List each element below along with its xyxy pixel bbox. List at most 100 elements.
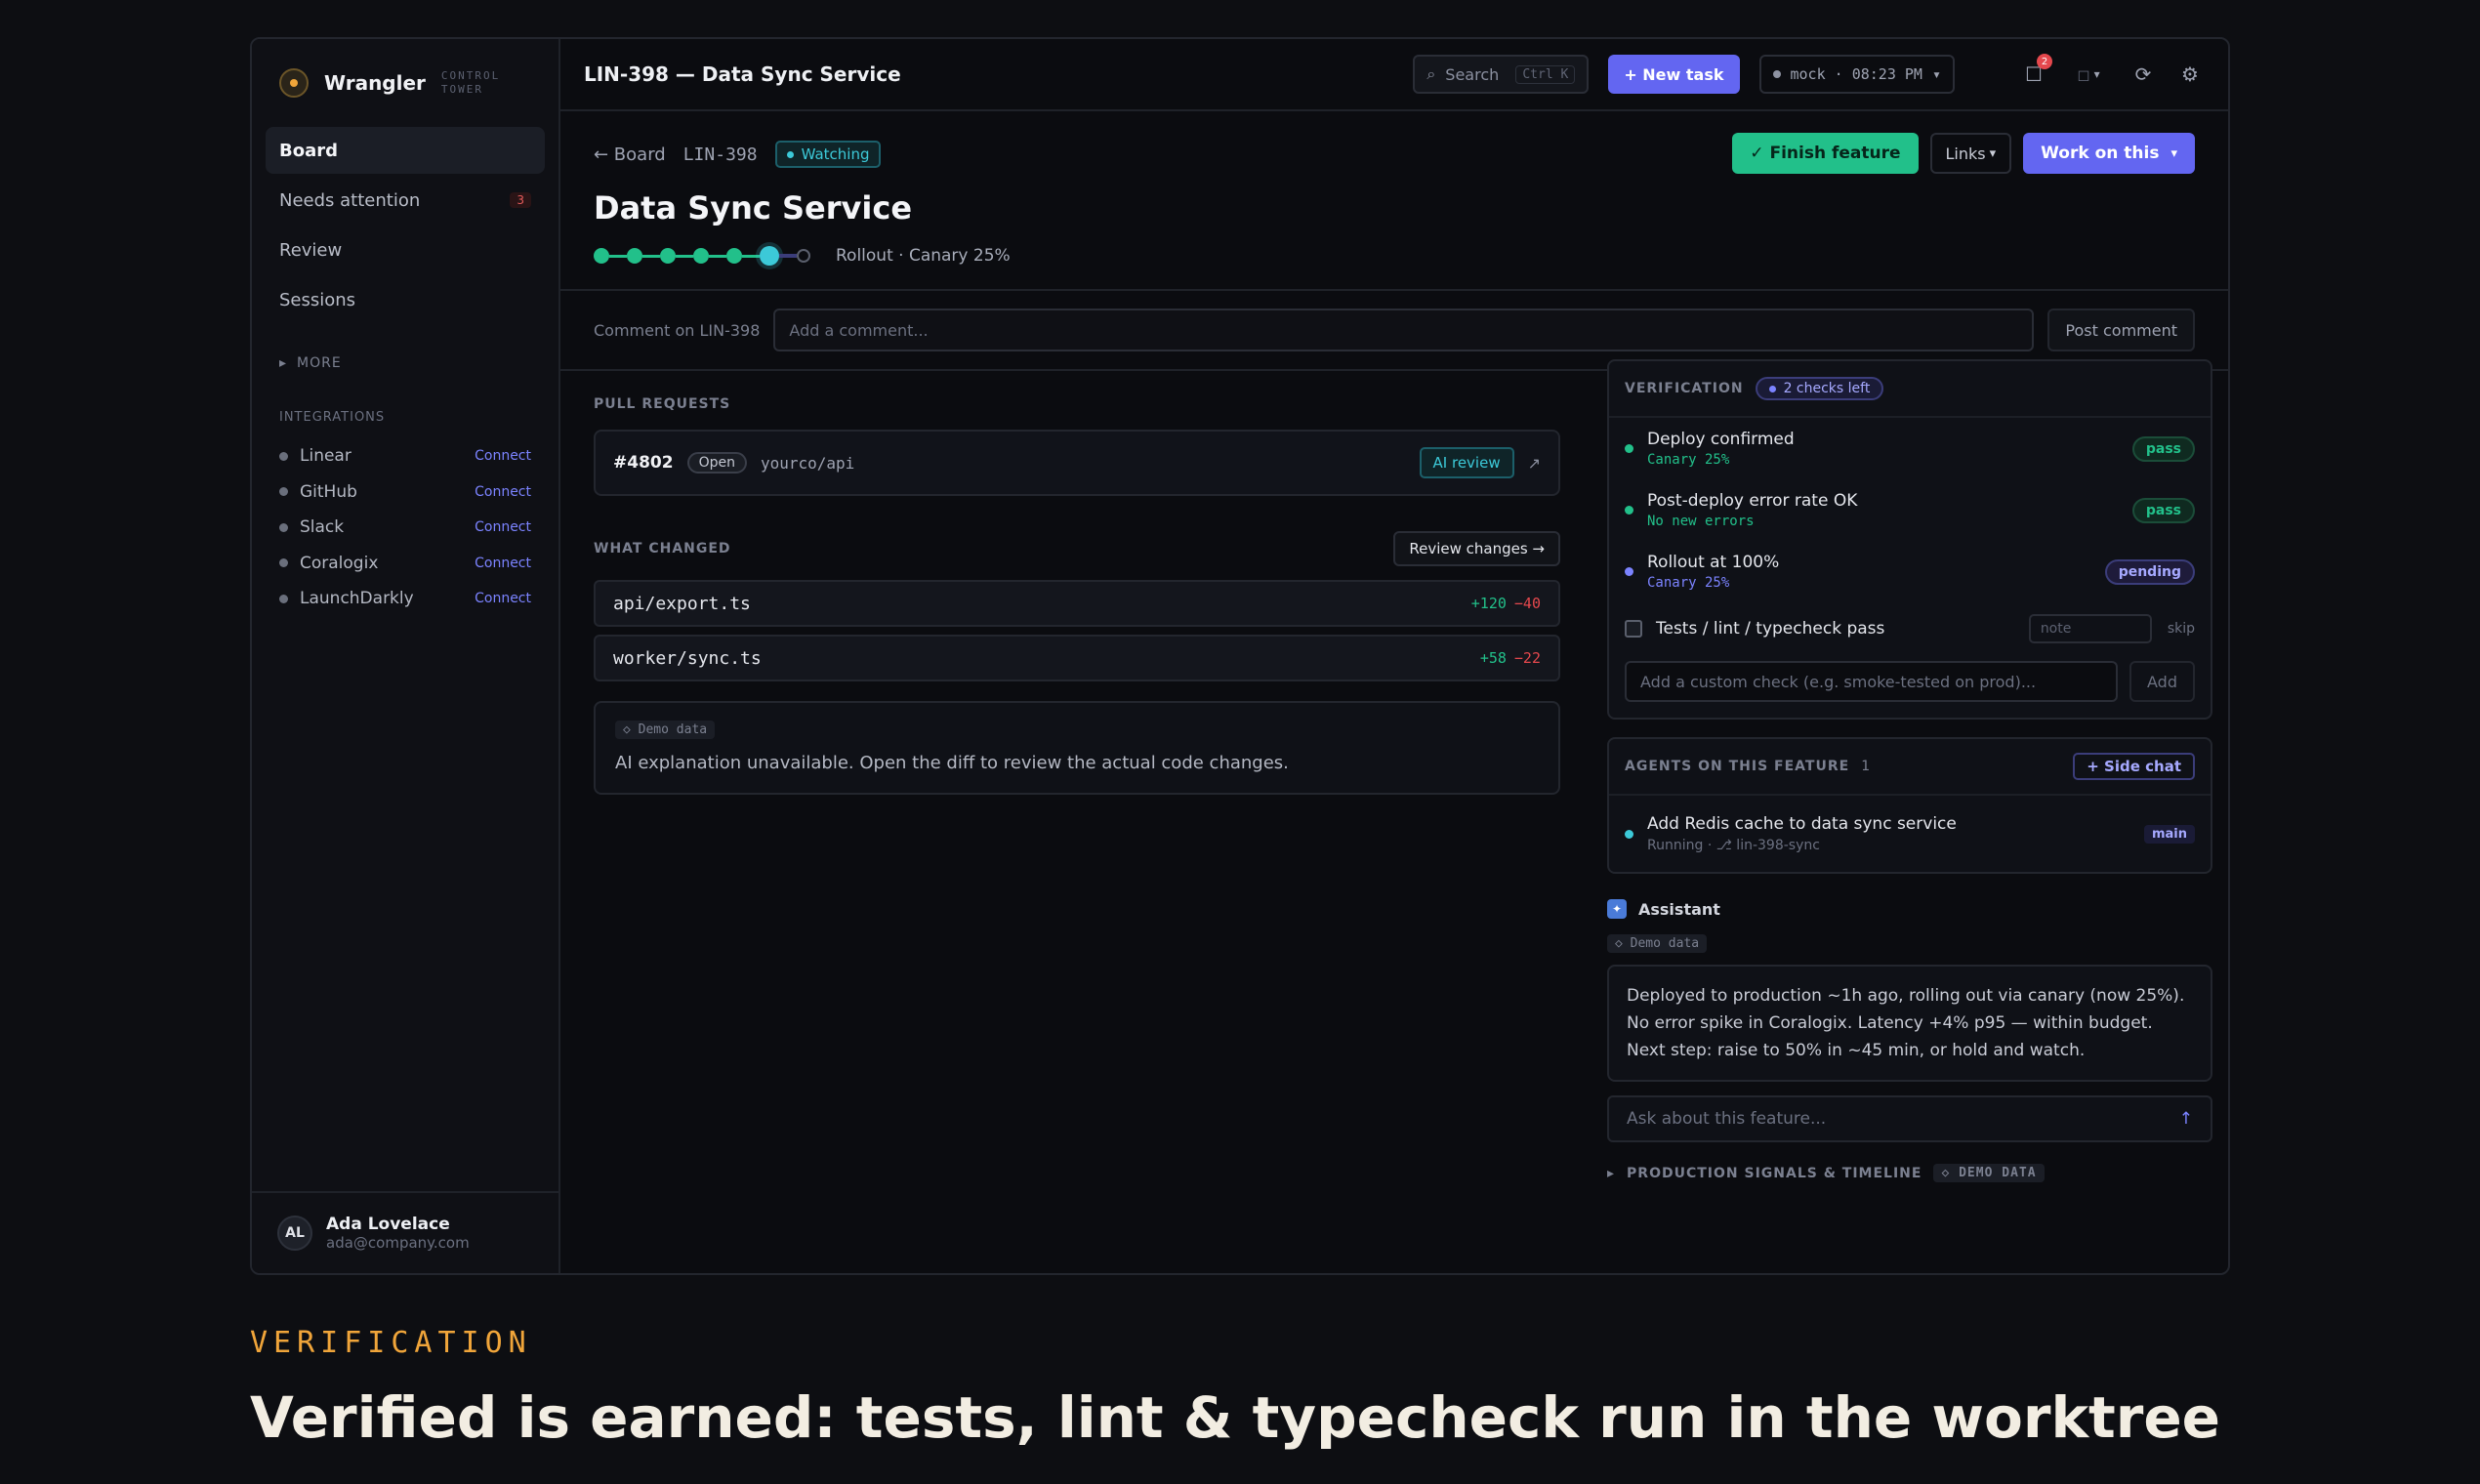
user-email: ada@company.com <box>326 1234 470 1252</box>
assistant-demo-tag-row: ◇ Demo data <box>1607 932 2212 953</box>
status-dot-icon <box>279 594 288 603</box>
layout-menu-button[interactable]: ◻ ▾ <box>2074 60 2103 89</box>
user-profile[interactable]: AL Ada Lovelace ada@company.com <box>252 1191 558 1273</box>
checks-left-badge: 2 checks left <box>1755 377 1884 400</box>
new-task-button[interactable]: + New task <box>1608 55 1740 94</box>
check-status-badge: pass <box>2131 497 2195 523</box>
what-changed-header: WHAT CHANGED Review changes → <box>594 531 1560 566</box>
status-badge: Watching <box>774 141 882 168</box>
demo-data-tag: ◇ Demo data <box>615 721 716 739</box>
feature-header: ← Board LIN-398 Watching Data Sync Servi… <box>560 111 2228 291</box>
connect-link[interactable]: Connect <box>475 591 531 606</box>
status-dot-icon <box>1625 506 1633 515</box>
agent-row[interactable]: Add Redis cache to data sync service Run… <box>1609 796 2211 872</box>
brand: Wrangler CONTROL TOWER <box>252 39 558 127</box>
custom-check-input[interactable]: Add a custom check (e.g. smoke-tested on… <box>1625 661 2119 702</box>
sidebar-item-review[interactable]: Review <box>266 227 545 273</box>
verification-check: Deploy confirmed Canary 25% pass <box>1609 418 2211 479</box>
status-dot-icon <box>1625 444 1633 453</box>
refresh-button[interactable]: ⟳ <box>2129 60 2158 89</box>
changed-file-row[interactable]: api/export.ts +120 −40 <box>594 580 1560 627</box>
header-actions: ✓ Finish feature Links ▾ Work on this ▾ <box>1732 133 2195 174</box>
verification-panel: VERIFICATION 2 checks left Deploy confir… <box>1607 359 2212 720</box>
links-dropdown[interactable]: Links ▾ <box>1929 133 2012 174</box>
app-window: Wrangler CONTROL TOWER Board Needs atten… <box>250 37 2230 1275</box>
integration-name: Coralogix <box>300 553 379 573</box>
review-changes-button[interactable]: Review changes → <box>1393 531 1560 566</box>
integration-github: GitHub Connect <box>252 474 558 511</box>
changed-file-row[interactable]: worker/sync.ts +58 −22 <box>594 635 1560 681</box>
pull-requests-heading: PULL REQUESTS <box>594 396 731 412</box>
stage-step-pending <box>797 249 810 263</box>
integration-name: Slack <box>300 517 345 538</box>
notifications-button[interactable]: ☐ 2 <box>2019 54 2052 89</box>
env-dot-icon <box>1772 70 1781 78</box>
ask-placeholder: Ask about this feature... <box>1627 1109 1827 1129</box>
stage-connector <box>609 254 627 258</box>
sidebar-item-needs-attention[interactable]: Needs attention 3 <box>266 177 545 224</box>
chevron-down-icon: ▾ <box>1989 145 1997 161</box>
pr-number: #4802 <box>613 453 674 473</box>
production-signals-toggle[interactable]: ▸ PRODUCTION SIGNALS & TIMELINE ◇ DEMO D… <box>1607 1164 2212 1182</box>
lines-added: +58 <box>1479 649 1507 667</box>
stage-step-done <box>594 248 609 264</box>
connect-link[interactable]: Connect <box>475 556 531 571</box>
ticket-id: LIN-398 <box>682 144 758 165</box>
post-comment-button[interactable]: Post comment <box>2047 309 2195 351</box>
integration-name: GitHub <box>300 481 357 502</box>
stage-connector <box>779 254 797 258</box>
sidebar: Wrangler CONTROL TOWER Board Needs atten… <box>252 39 560 1273</box>
page-title: Data Sync Service <box>594 189 913 227</box>
note-input[interactable]: note <box>2028 614 2152 643</box>
lines-removed: −40 <box>1513 595 1541 612</box>
status-dot-icon <box>1625 829 1633 839</box>
caption-headline: Verified is earned: tests, lint & typech… <box>250 1384 2221 1451</box>
stage-connector <box>742 254 760 258</box>
status-dot-icon <box>279 558 288 568</box>
manual-check-checkbox[interactable] <box>1625 620 1642 638</box>
side-chat-button[interactable]: + Side chat <box>2073 753 2195 780</box>
environment-selector[interactable]: mock · 08:23 PM ▾ <box>1758 55 1955 94</box>
back-to-board-link[interactable]: ← Board <box>594 144 666 165</box>
chevron-down-icon: ▾ <box>1931 65 1941 83</box>
settings-button[interactable]: ⚙ <box>2175 60 2205 89</box>
agent-status: Running · ⎇ lin-398-sync <box>1647 838 1820 853</box>
left-column: PULL REQUESTS #4802 Open yourco/api AI r… <box>594 396 1560 795</box>
signals-label: PRODUCTION SIGNALS & TIMELINE <box>1627 1165 1922 1181</box>
send-icon[interactable]: ↑ <box>2179 1109 2193 1129</box>
right-column: VERIFICATION 2 checks left Deploy confir… <box>1607 359 2212 1182</box>
stage-label: Rollout · Canary 25% <box>836 246 1011 266</box>
check-detail: Canary 25% <box>1647 452 1730 468</box>
pr-state-badge: Open <box>686 452 747 474</box>
ai-explanation-text: AI explanation unavailable. Open the dif… <box>615 753 1289 773</box>
check-title: Deploy confirmed <box>1647 430 1795 449</box>
skip-link[interactable]: skip <box>2168 621 2195 637</box>
notification-count-badge: 2 <box>2037 54 2052 69</box>
add-check-button[interactable]: Add <box>2129 661 2195 702</box>
ask-input[interactable]: Ask about this feature... ↑ <box>1607 1095 2212 1142</box>
diff-stats: +120 −40 <box>1471 595 1541 612</box>
external-link-icon[interactable]: ↗ <box>1528 454 1541 473</box>
verification-heading: VERIFICATION <box>1625 381 1744 396</box>
sidebar-item-sessions[interactable]: Sessions <box>266 276 545 323</box>
integration-name: LaunchDarkly <box>300 589 414 609</box>
work-on-this-button[interactable]: Work on this ▾ <box>2023 133 2195 174</box>
file-path: worker/sync.ts <box>613 647 762 669</box>
integrations-heading: INTEGRATIONS <box>279 410 386 425</box>
stage-stepper: Rollout · Canary 25% <box>594 246 2195 266</box>
ai-review-button[interactable]: AI review <box>1419 447 1514 478</box>
ai-explanation-card: ◇ Demo data AI explanation unavailable. … <box>594 701 1560 795</box>
branch-badge: main <box>2143 824 2195 844</box>
connect-link[interactable]: Connect <box>475 519 531 535</box>
search-button[interactable]: ⌕ Search Ctrl K <box>1413 55 1590 94</box>
more-toggle[interactable]: ▸ MORE <box>279 355 558 371</box>
finish-feature-button[interactable]: ✓ Finish feature <box>1732 133 1919 174</box>
sidebar-item-board[interactable]: Board <box>266 127 545 174</box>
comment-input[interactable]: Add a comment... <box>773 309 2035 351</box>
connect-link[interactable]: Connect <box>475 484 531 500</box>
stage-step-done <box>693 248 709 264</box>
connect-link[interactable]: Connect <box>475 448 531 464</box>
checks-left-label: 2 checks left <box>1783 381 1871 396</box>
agents-panel: AGENTS ON THIS FEATURE 1 + Side chat Add… <box>1607 737 2212 874</box>
pull-request-card[interactable]: #4802 Open yourco/api AI review ↗ <box>594 430 1560 496</box>
